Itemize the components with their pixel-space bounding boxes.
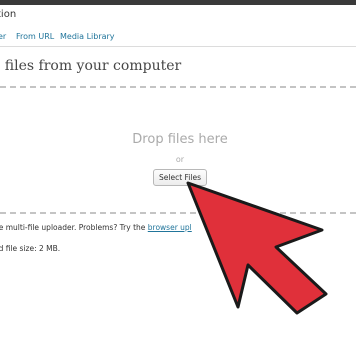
red-arrow-pointer-icon xyxy=(186,181,328,315)
